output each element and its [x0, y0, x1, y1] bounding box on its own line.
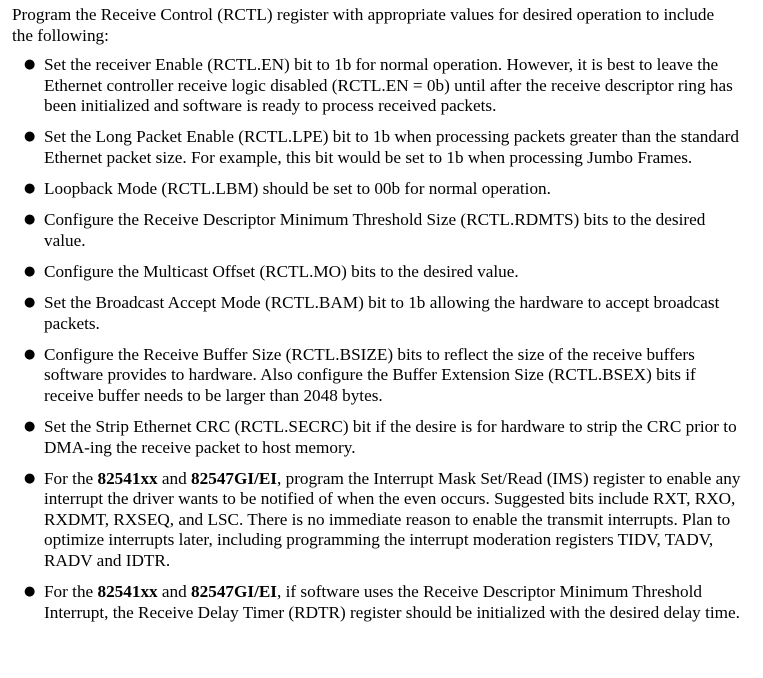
list-item: ● For the 82541xx and 82547GI/EI, program… [24, 468, 749, 572]
list-item-text: Loopback Mode (RCTL.LBM) should be set t… [44, 179, 551, 199]
list-item: ● Loopback Mode (RCTL.LBM) should be set … [24, 179, 749, 200]
bullet-icon: ● [24, 419, 36, 434]
device-name-82541xx: 82541xx [97, 582, 158, 602]
intro-paragraph: Program the Receive Control (RCTL) regis… [12, 5, 715, 45]
device-name-82541xx: 82541xx [97, 468, 158, 488]
bullet-icon: ● [24, 212, 36, 228]
list-item: ● Configure the Receive Buffer Size (RCTL… [24, 344, 749, 407]
list-item-text: Set the receiver Enable (RCTL.EN) bit to… [44, 55, 733, 116]
list-item: ● Configure the Receive Descriptor Minimu… [24, 210, 749, 251]
list-item: ● Set the Long Packet Enable (RCTL.LPE) b… [24, 127, 749, 168]
list-item-mid: and [157, 582, 192, 602]
bullet-icon: ● [24, 346, 36, 362]
list-item-text: Configure the Receive Descriptor Minimum… [44, 210, 706, 250]
list-item-text: Set the Strip Ethernet CRC (RCTL.SECRC) … [44, 417, 737, 457]
list-item: ● Set the receiver Enable (RCTL.EN) bit t… [24, 55, 749, 117]
bullet-icon: ● [24, 129, 36, 145]
bullet-icon: ● [24, 181, 36, 197]
list-item-prefix: For the [44, 468, 98, 488]
list-item: ● Set the Strip Ethernet CRC (RCTL.SECRC)… [24, 417, 749, 458]
device-name-82547gi-ei: 82547GI/EI [191, 582, 278, 602]
list-item-mid: and [157, 468, 192, 488]
list-item: ● For the 82541xx and 82547GI/EI, if soft… [24, 582, 749, 623]
bullet-icon: ● [24, 584, 36, 600]
list-item: ● Configure the Multicast Offset (RCTL.MO… [24, 261, 749, 283]
list-item-prefix: For the [44, 582, 98, 602]
list-item-text: Set the Broadcast Accept Mode (RCTL.BAM)… [44, 293, 720, 333]
list-item-text: Set the Long Packet Enable (RCTL.LPE) bi… [44, 127, 739, 168]
list-item-text: Configure the Receive Buffer Size (RCTL.… [44, 344, 696, 405]
bullet-icon: ● [24, 295, 36, 311]
bullet-icon: ● [24, 470, 36, 486]
device-name-82547gi-ei: 82547GI/EI [191, 468, 278, 488]
document-body: Program the Receive Control (RCTL) regis… [0, 0, 763, 623]
list-item: ● Set the Broadcast Accept Mode (RCTL.BAM… [24, 293, 749, 334]
bullet-icon: ● [24, 263, 36, 279]
bullet-icon: ● [24, 57, 36, 73]
list-item-text: Configure the Multicast Offset (RCTL.MO)… [44, 261, 519, 281]
bullet-list: ● Set the receiver Enable (RCTL.EN) bit t… [12, 55, 749, 623]
